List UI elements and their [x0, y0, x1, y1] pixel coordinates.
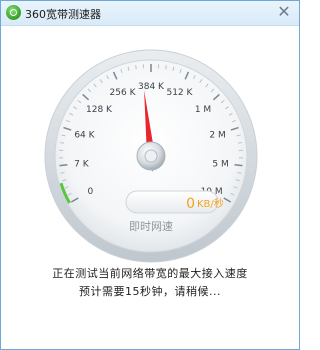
gauge-tick-label: 384 K [138, 82, 165, 92]
speed-value: 0 [186, 196, 195, 212]
speed-gauge-dial: 07 K64 K128 K256 K384 K512 K1 M2 M5 M10 … [44, 49, 258, 263]
gauge-minor-tick [59, 142, 65, 144]
gauge-caption: 即时网速 [129, 220, 173, 233]
gauge-major-tick [59, 164, 68, 167]
window-title: 360宽带测速器 [25, 8, 101, 21]
gauge-tick-label: 2 M [209, 130, 225, 140]
gauge-tick-label: 64 K [74, 130, 95, 140]
speed-test-window: 360宽带测速器 ✕ 0 7 K 64 K 128 K 256 K 384 K … [0, 0, 300, 350]
gauge-major-tick [234, 164, 243, 167]
gauge-tick-label: 0 [88, 187, 94, 197]
close-button[interactable]: ✕ [275, 3, 293, 21]
status-line-1: 正在测试当前网络带宽的最大接入速度 [52, 267, 248, 280]
speed-unit: KB/秒 [197, 197, 224, 210]
gauge-tick-label: 512 K [166, 88, 193, 98]
title-bar[interactable]: 360宽带测速器 ✕ [1, 1, 299, 26]
gauge-tick-label: 7 K [74, 159, 90, 169]
status-line-2: 预计需要15秒钟，请稍候... [79, 285, 221, 298]
gauge-tick-label: 1 M [195, 105, 211, 115]
gauge-tick-label: 5 M [212, 159, 228, 169]
gauge-tick-label: 128 K [86, 105, 113, 115]
gauge-tick-label: 256 K [110, 88, 137, 98]
gauge-minor-tick [237, 142, 243, 144]
gauge-minor-tick [135, 65, 137, 70]
speed-gauge: 07 K64 K128 K256 K384 K512 K1 M2 M5 M10 … [41, 46, 261, 266]
gauge-minor-tick [165, 65, 167, 70]
app-logo-icon [6, 5, 21, 20]
